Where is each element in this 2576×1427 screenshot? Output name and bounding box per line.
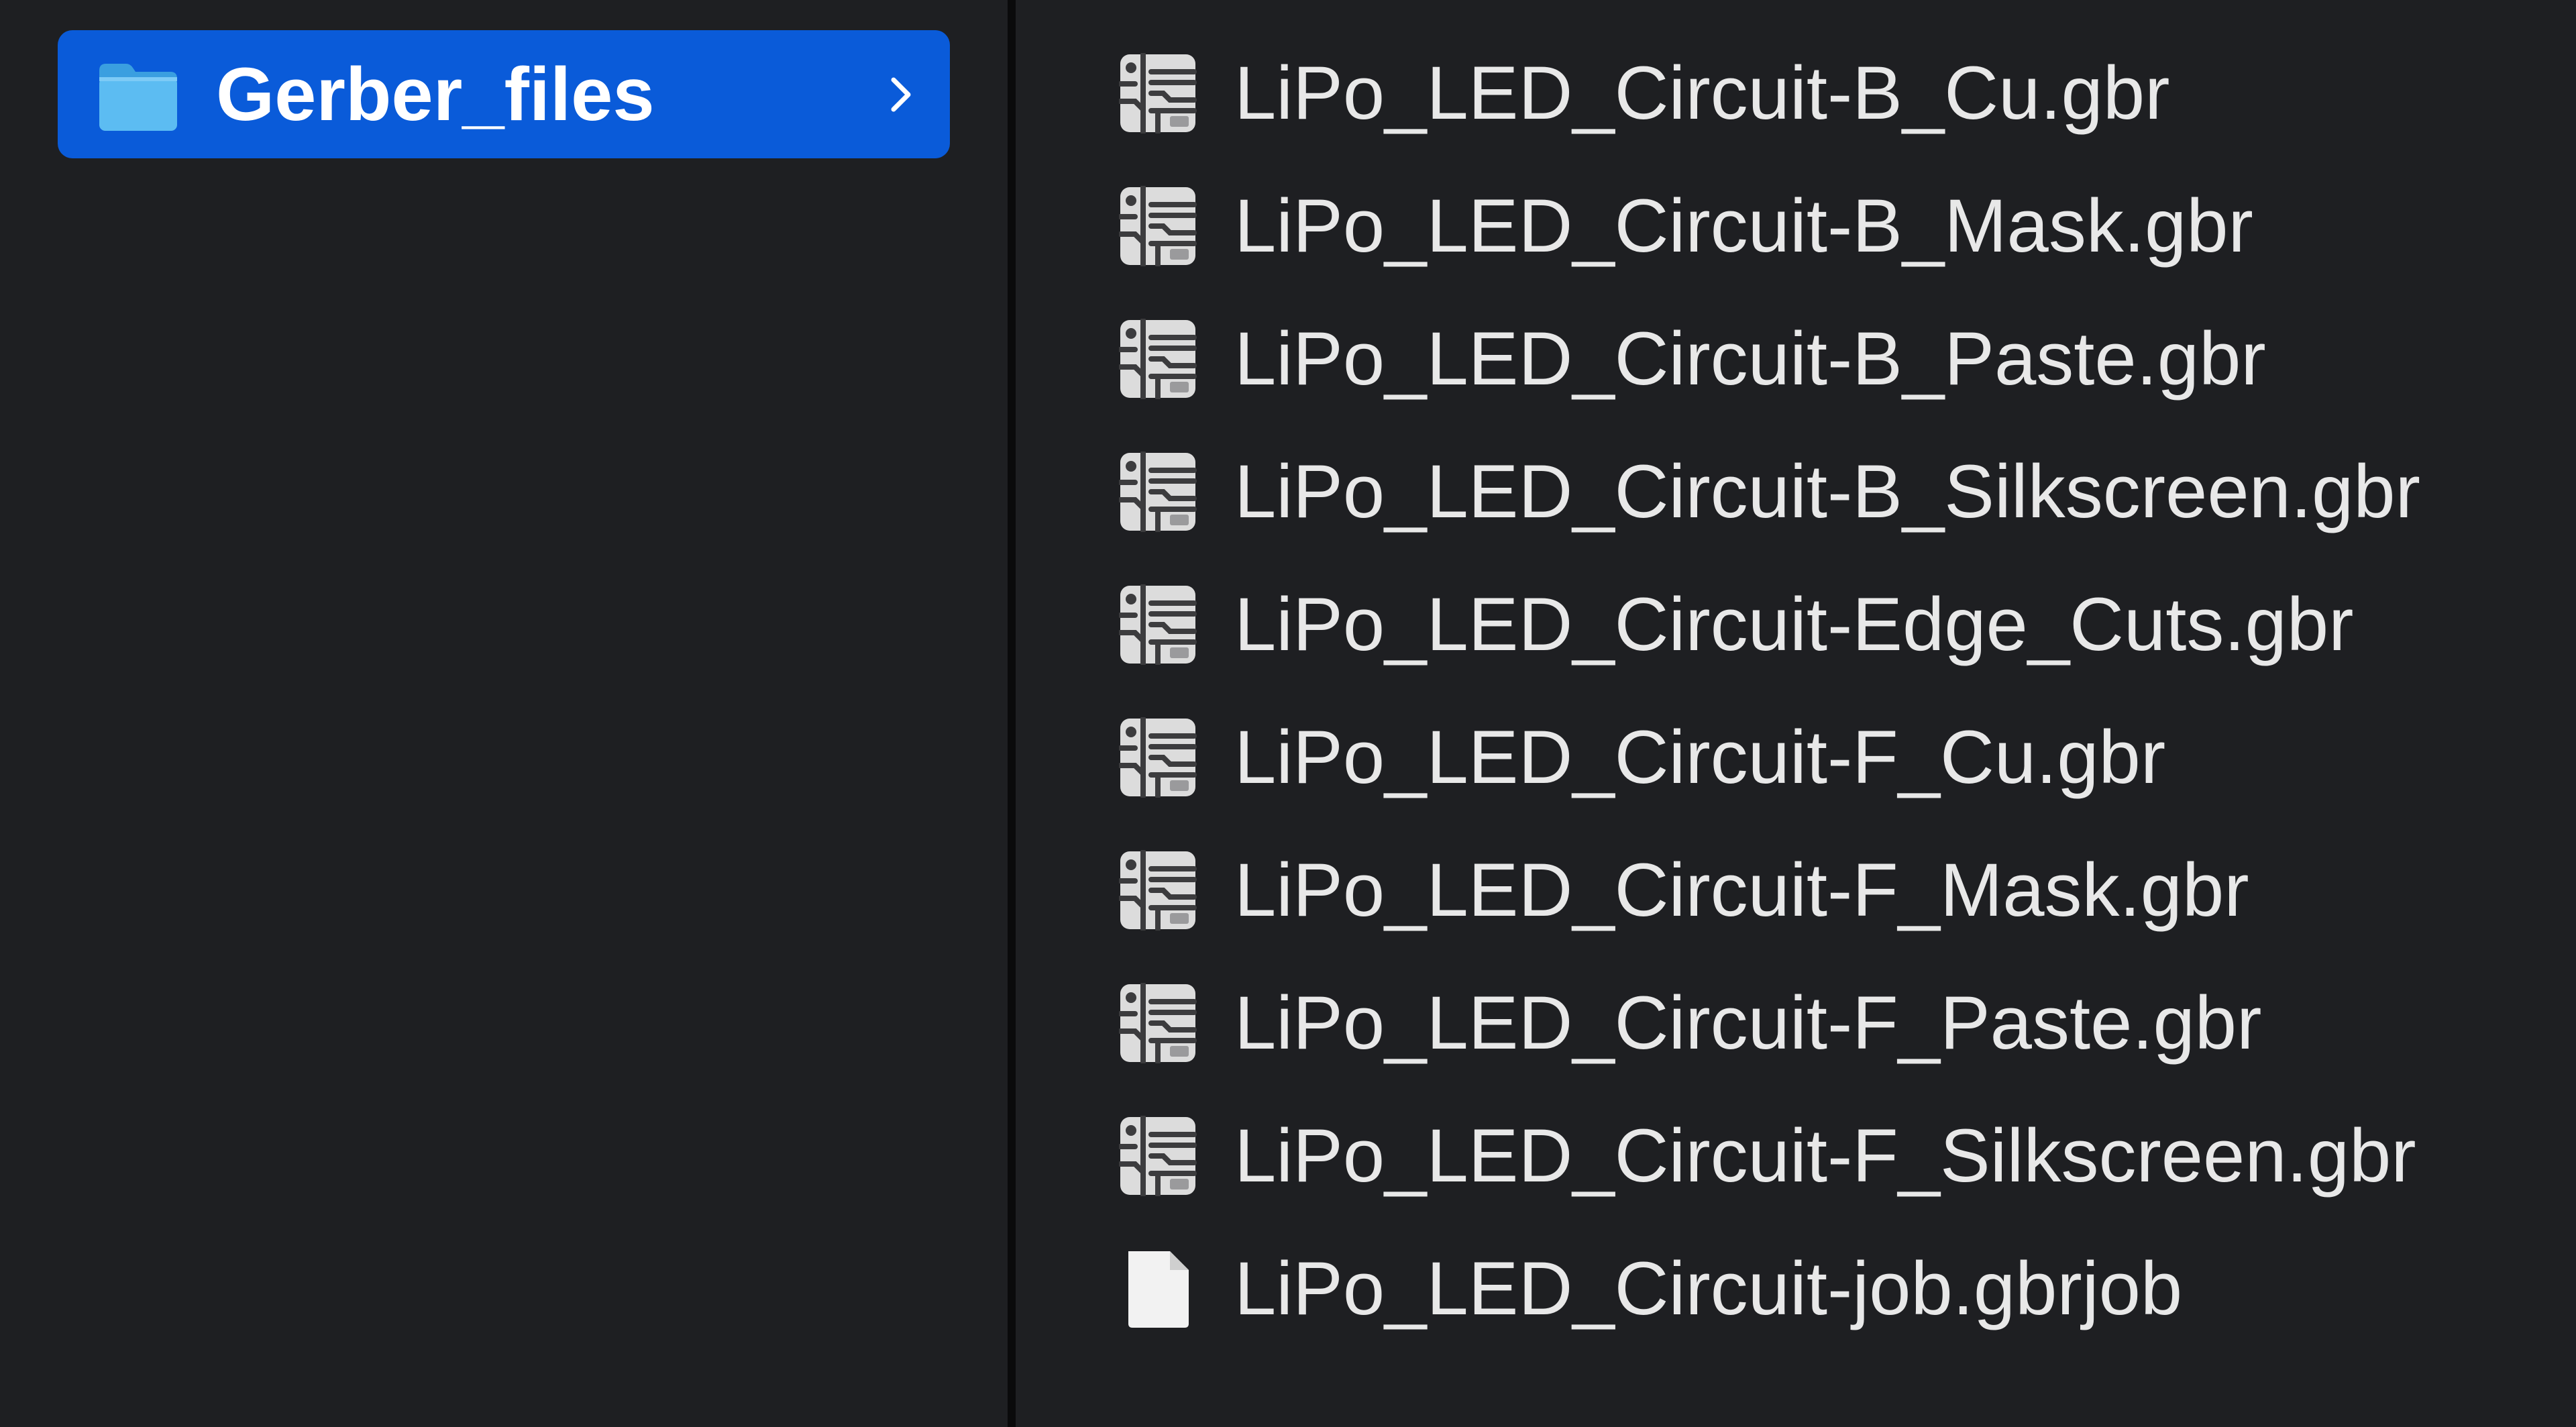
file-row[interactable]: LiPo_LED_Circuit-B_Mask.gbr <box>1016 161 2576 291</box>
folder-icon <box>95 56 181 136</box>
document-icon <box>1119 1249 1197 1329</box>
file-name: LiPo_LED_Circuit-F_Silkscreen.gbr <box>1234 1114 2416 1198</box>
gerber-file-icon <box>1118 716 1197 799</box>
chevron-right-icon <box>884 74 916 115</box>
file-name: LiPo_LED_Circuit-F_Mask.gbr <box>1234 848 2249 932</box>
file-row[interactable]: LiPo_LED_Circuit-job.gbrjob <box>1016 1224 2576 1354</box>
gerber-file-icon <box>1118 1114 1197 1198</box>
file-row[interactable]: LiPo_LED_Circuit-F_Paste.gbr <box>1016 958 2576 1088</box>
file-name: LiPo_LED_Circuit-B_Cu.gbr <box>1234 51 2170 135</box>
file-row[interactable]: LiPo_LED_Circuit-F_Cu.gbr <box>1016 692 2576 823</box>
file-name: LiPo_LED_Circuit-F_Paste.gbr <box>1234 981 2262 1065</box>
file-row[interactable]: LiPo_LED_Circuit-B_Paste.gbr <box>1016 294 2576 424</box>
file-name: LiPo_LED_Circuit-F_Cu.gbr <box>1234 715 2166 799</box>
file-row[interactable]: LiPo_LED_Circuit-B_Cu.gbr <box>1016 28 2576 158</box>
files-column: LiPo_LED_Circuit-B_Cu.gbr LiPo_LED_Circu… <box>1016 0 2576 1427</box>
file-row[interactable]: LiPo_LED_Circuit-F_Mask.gbr <box>1016 825 2576 955</box>
file-name: LiPo_LED_Circuit-B_Silkscreen.gbr <box>1234 450 2420 533</box>
file-row[interactable]: LiPo_LED_Circuit-B_Silkscreen.gbr <box>1016 427 2576 557</box>
file-name: LiPo_LED_Circuit-B_Mask.gbr <box>1234 184 2253 268</box>
gerber-file-icon <box>1118 849 1197 932</box>
parent-column: Gerber_files <box>0 0 1008 1427</box>
gerber-file-icon <box>1118 982 1197 1065</box>
file-row[interactable]: LiPo_LED_Circuit-Edge_Cuts.gbr <box>1016 560 2576 690</box>
file-name: LiPo_LED_Circuit-Edge_Cuts.gbr <box>1234 582 2354 666</box>
gerber-file-icon <box>1118 583 1197 666</box>
gerber-file-icon <box>1118 450 1197 533</box>
file-name: LiPo_LED_Circuit-job.gbrjob <box>1234 1247 2183 1330</box>
gerber-file-icon <box>1118 52 1197 135</box>
gerber-file-icon <box>1118 317 1197 401</box>
folder-label: Gerber_files <box>216 52 655 136</box>
folder-row-gerber-files[interactable]: Gerber_files <box>58 30 950 158</box>
file-row[interactable]: LiPo_LED_Circuit-F_Silkscreen.gbr <box>1016 1091 2576 1221</box>
column-divider[interactable] <box>1008 0 1016 1427</box>
finder-column-view: Gerber_files LiPo_LED_Circuit-B_Cu.gbr L… <box>0 0 2576 1427</box>
file-name: LiPo_LED_Circuit-B_Paste.gbr <box>1234 317 2266 401</box>
gerber-file-icon <box>1118 184 1197 268</box>
